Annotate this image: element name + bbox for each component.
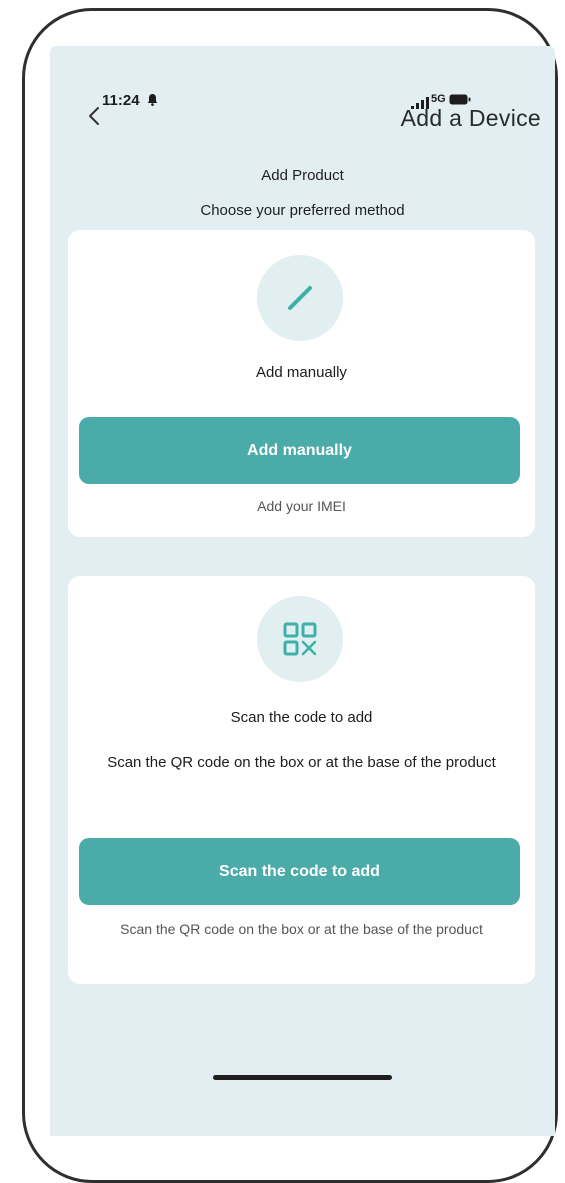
- qr-code-icon: [283, 622, 317, 656]
- page-title: Add a Device: [400, 105, 541, 131]
- scan-code-title: Scan the code to add: [230, 709, 373, 726]
- scan-code-helper: Scan the QR code on the box or at the ba…: [120, 921, 483, 937]
- section-heading: Add Product: [261, 167, 344, 184]
- pencil-icon-circle: [257, 255, 343, 341]
- home-indicator: [213, 1075, 392, 1080]
- network-type: 5G: [431, 93, 446, 105]
- battery-icon: [449, 94, 471, 105]
- scan-code-button[interactable]: Scan the code to add: [79, 838, 520, 905]
- add-manually-button[interactable]: Add manually: [79, 417, 520, 484]
- scan-code-card: Scan the code to add Scan the QR code on…: [68, 576, 535, 984]
- back-button[interactable]: [78, 94, 110, 138]
- notification-icon: [147, 94, 158, 106]
- add-manually-title: Add manually: [256, 364, 347, 381]
- pencil-icon: [288, 286, 312, 310]
- app-screen: 11:24 5G Add a Device Add Product Choose…: [50, 46, 555, 1136]
- qr-icon-circle: [257, 596, 343, 682]
- chevron-left-icon: [89, 107, 99, 125]
- add-manually-card: Add manually Add manually Add your IMEI: [68, 230, 535, 537]
- section-subheading: Choose your preferred method: [200, 202, 405, 219]
- scan-code-description: Scan the QR code on the box or at the ba…: [107, 754, 496, 771]
- add-manually-helper: Add your IMEI: [257, 498, 346, 514]
